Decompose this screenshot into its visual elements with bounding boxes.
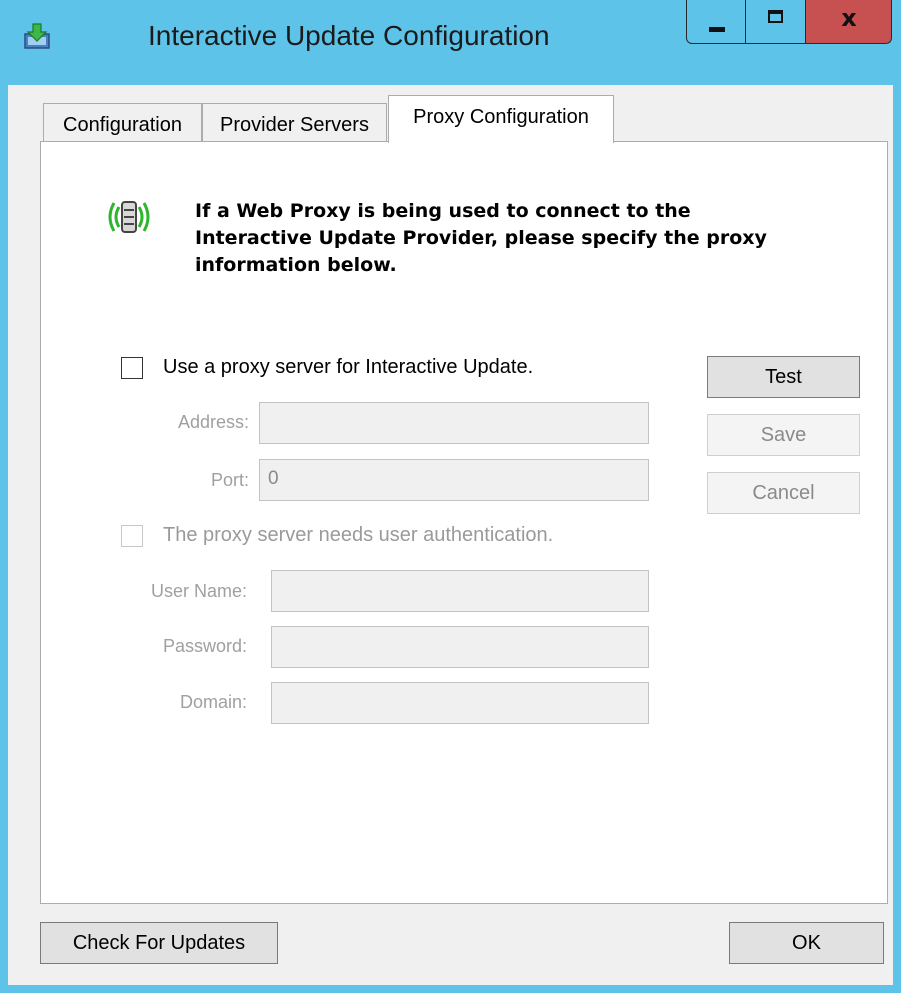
username-label: User Name:: [150, 581, 247, 601]
test-button[interactable]: Test: [707, 356, 860, 398]
info-message: If a Web Proxy is being used to connect …: [195, 200, 767, 276]
minimize-icon: [709, 27, 725, 32]
save-button[interactable]: Save: [707, 414, 860, 456]
ok-button[interactable]: OK: [729, 922, 884, 964]
password-field[interactable]: [271, 626, 649, 668]
tab-proxy-configuration[interactable]: Proxy Configuration: [388, 95, 614, 143]
check-for-updates-button[interactable]: Check For Updates: [40, 922, 278, 964]
address-field[interactable]: [259, 402, 649, 444]
tab-provider-servers[interactable]: Provider Servers: [202, 103, 387, 142]
close-icon: x: [841, 4, 857, 32]
username-field[interactable]: [271, 570, 649, 612]
close-button[interactable]: x: [806, 0, 892, 44]
maximize-icon: [768, 10, 783, 23]
tab-configuration[interactable]: Configuration: [43, 103, 202, 142]
proxy-configuration-panel: If a Web Proxy is being used to connect …: [40, 141, 888, 904]
password-label: Password:: [162, 636, 247, 656]
cancel-button[interactable]: Cancel: [707, 472, 860, 514]
needs-auth-checkbox[interactable]: [121, 525, 143, 547]
minimize-button[interactable]: [686, 0, 746, 44]
maximize-button[interactable]: [746, 0, 806, 44]
domain-label: Domain:: [179, 692, 247, 712]
use-proxy-checkbox[interactable]: [121, 357, 143, 379]
wireless-server-icon: [108, 201, 150, 233]
client-area: Configuration Provider Servers Proxy Con…: [8, 85, 893, 985]
address-label: Address:: [177, 412, 249, 432]
window-title: Interactive Update Configuration: [148, 20, 550, 51]
download-icon: [24, 23, 50, 49]
needs-auth-label[interactable]: The proxy server needs user authenticati…: [163, 524, 553, 547]
port-label: Port:: [210, 470, 249, 490]
domain-field[interactable]: [271, 682, 649, 724]
window: Interactive Update Configuration x Confi…: [0, 0, 901, 993]
port-field[interactable]: 0: [259, 459, 649, 501]
use-proxy-label[interactable]: Use a proxy server for Interactive Updat…: [163, 356, 533, 379]
title-bar[interactable]: Interactive Update Configuration x: [0, 0, 901, 85]
